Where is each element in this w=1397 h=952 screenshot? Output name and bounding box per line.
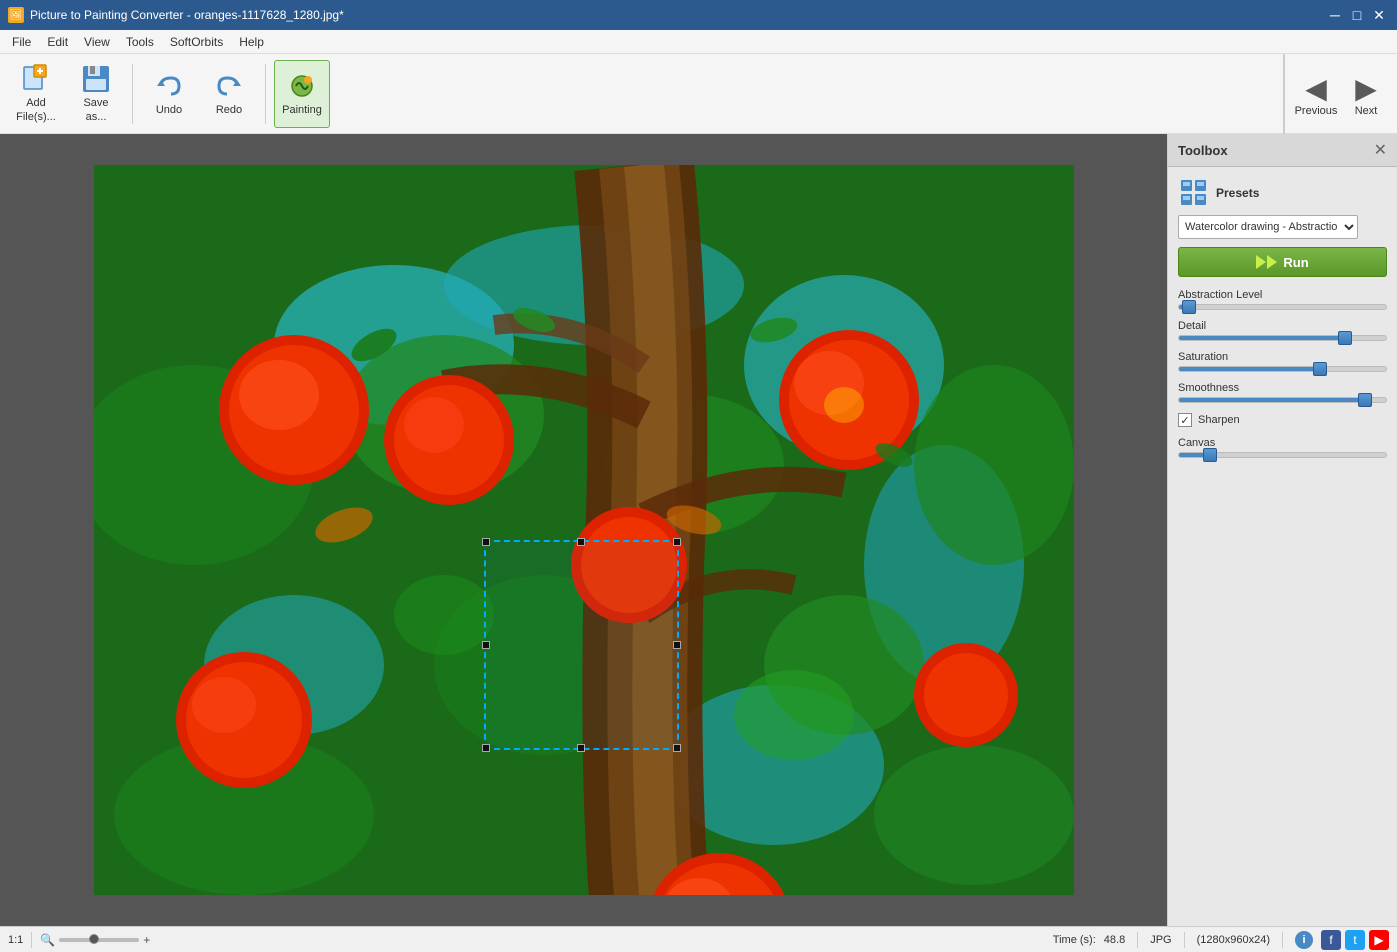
detail-label: Detail (1178, 320, 1387, 332)
toolbar-separator-1 (132, 64, 133, 124)
add-files-button[interactable]: Add File(s)... (8, 60, 64, 128)
redo-label: Redo (216, 104, 242, 117)
toolbox-section-presets: Presets Watercolor drawing - Abstractio … (1168, 167, 1397, 478)
menu-file[interactable]: File (4, 33, 39, 51)
menu-bar: File Edit View Tools SoftOrbits Help (0, 30, 1397, 54)
toolbox-close-button[interactable]: ✕ (1374, 140, 1387, 160)
menu-view[interactable]: View (76, 33, 118, 51)
file-format: JPG (1150, 934, 1171, 946)
smoothness-slider-section: Smoothness (1178, 382, 1387, 403)
main-content: Toolbox ✕ Presets (0, 134, 1397, 926)
status-bar: 1:1 🔍 + Time (s): 48.8 JPG (1280x960x24)… (0, 926, 1397, 952)
run-arrows-icon (1256, 255, 1277, 269)
zoom-slider-track[interactable] (59, 938, 139, 942)
window-title: Picture to Painting Converter - oranges-… (30, 8, 344, 22)
save-as-button[interactable]: Save as... (68, 60, 124, 128)
menu-tools[interactable]: Tools (118, 33, 162, 51)
twitter-icon[interactable]: t (1345, 930, 1365, 950)
previous-icon: ◀ (1305, 72, 1327, 105)
run-label: Run (1283, 255, 1308, 270)
redo-icon (213, 70, 245, 102)
detail-track[interactable] (1178, 335, 1387, 341)
previous-label: Previous (1295, 105, 1338, 117)
nav-area: ◀ Previous ▶ Next (1283, 54, 1397, 134)
status-sep-3 (1282, 932, 1283, 948)
title-bar: 🖼 Picture to Painting Converter - orange… (0, 0, 1397, 30)
undo-label: Undo (156, 104, 182, 117)
add-file-icon (20, 63, 52, 95)
toolbox: Toolbox ✕ Presets (1167, 134, 1397, 926)
info-button[interactable]: i (1295, 931, 1313, 949)
presets-label: Presets (1216, 186, 1259, 200)
add-files-label: Add File(s)... (16, 97, 56, 123)
saturation-label: Saturation (1178, 351, 1387, 363)
facebook-icon[interactable]: f (1321, 930, 1341, 950)
toolbox-header: Toolbox ✕ (1168, 134, 1397, 167)
detail-fill (1179, 336, 1345, 340)
status-sep-2 (1184, 932, 1185, 948)
sharpen-row[interactable]: Sharpen (1178, 413, 1387, 427)
abstraction-thumb[interactable] (1182, 300, 1196, 314)
menu-softorbits[interactable]: SoftOrbits (162, 33, 231, 51)
run-button[interactable]: Run (1178, 247, 1387, 277)
time-value: 48.8 (1104, 934, 1125, 946)
zoom-in-icon[interactable]: + (143, 933, 150, 947)
canvas-track[interactable] (1178, 452, 1387, 458)
detail-slider-section: Detail (1178, 320, 1387, 341)
presets-dropdown[interactable]: Watercolor drawing - Abstractio Oil pain… (1178, 215, 1358, 239)
menu-edit[interactable]: Edit (39, 33, 76, 51)
painting-image (94, 165, 1074, 895)
minimize-button[interactable]: ─ (1325, 5, 1345, 25)
painting-canvas[interactable] (94, 165, 1074, 895)
undo-icon (153, 70, 185, 102)
zoom-slider-thumb[interactable] (89, 934, 99, 944)
app-icon: 🖼 (8, 7, 24, 23)
presets-icon (1178, 177, 1210, 209)
saturation-fill (1179, 367, 1320, 371)
menu-help[interactable]: Help (231, 33, 272, 51)
detail-thumb[interactable] (1338, 331, 1352, 345)
undo-button[interactable]: Undo (141, 60, 197, 128)
time-label: Time (s): (1053, 934, 1096, 946)
abstraction-slider-section: Abstraction Level (1178, 289, 1387, 310)
canvas-slider-section: Canvas (1178, 437, 1387, 458)
toolbar: Add File(s)... Save as... Undo (0, 54, 1397, 134)
close-button[interactable]: ✕ (1369, 5, 1389, 25)
sharpen-checkbox[interactable] (1178, 413, 1192, 427)
saturation-track[interactable] (1178, 366, 1387, 372)
toolbar-separator-2 (265, 64, 266, 124)
social-links: f t ▶ (1321, 930, 1389, 950)
next-icon: ▶ (1355, 72, 1377, 105)
zoom-out-icon[interactable]: 🔍 (40, 933, 55, 947)
image-dimensions: (1280x960x24) (1197, 934, 1270, 946)
save-as-label: Save as... (83, 97, 108, 123)
sharpen-label: Sharpen (1198, 414, 1240, 426)
toolbox-title: Toolbox (1178, 143, 1228, 158)
zoom-control[interactable]: 🔍 + (40, 933, 150, 947)
status-sep-1 (1137, 932, 1138, 948)
abstraction-label: Abstraction Level (1178, 289, 1387, 301)
previous-button[interactable]: ◀ Previous (1293, 58, 1339, 130)
redo-button[interactable]: Redo (201, 60, 257, 128)
smoothness-track[interactable] (1178, 397, 1387, 403)
saturation-thumb[interactable] (1313, 362, 1327, 376)
next-label: Next (1355, 105, 1378, 117)
painting-button[interactable]: Painting (274, 60, 330, 128)
saturation-slider-section: Saturation (1178, 351, 1387, 372)
next-button[interactable]: ▶ Next (1343, 58, 1389, 130)
window-controls: ─ □ ✕ (1325, 5, 1389, 25)
painting-icon (286, 70, 318, 102)
smoothness-fill (1179, 398, 1365, 402)
painting-label: Painting (282, 104, 322, 117)
canvas-area[interactable] (0, 134, 1167, 926)
zoom-level: 1:1 (8, 934, 23, 946)
save-icon (80, 63, 112, 95)
youtube-icon[interactable]: ▶ (1369, 930, 1389, 950)
canvas-thumb[interactable] (1203, 448, 1217, 462)
zoom-separator (31, 932, 32, 948)
smoothness-thumb[interactable] (1358, 393, 1372, 407)
abstraction-track[interactable] (1178, 304, 1387, 310)
maximize-button[interactable]: □ (1347, 5, 1367, 25)
smoothness-label: Smoothness (1178, 382, 1387, 394)
